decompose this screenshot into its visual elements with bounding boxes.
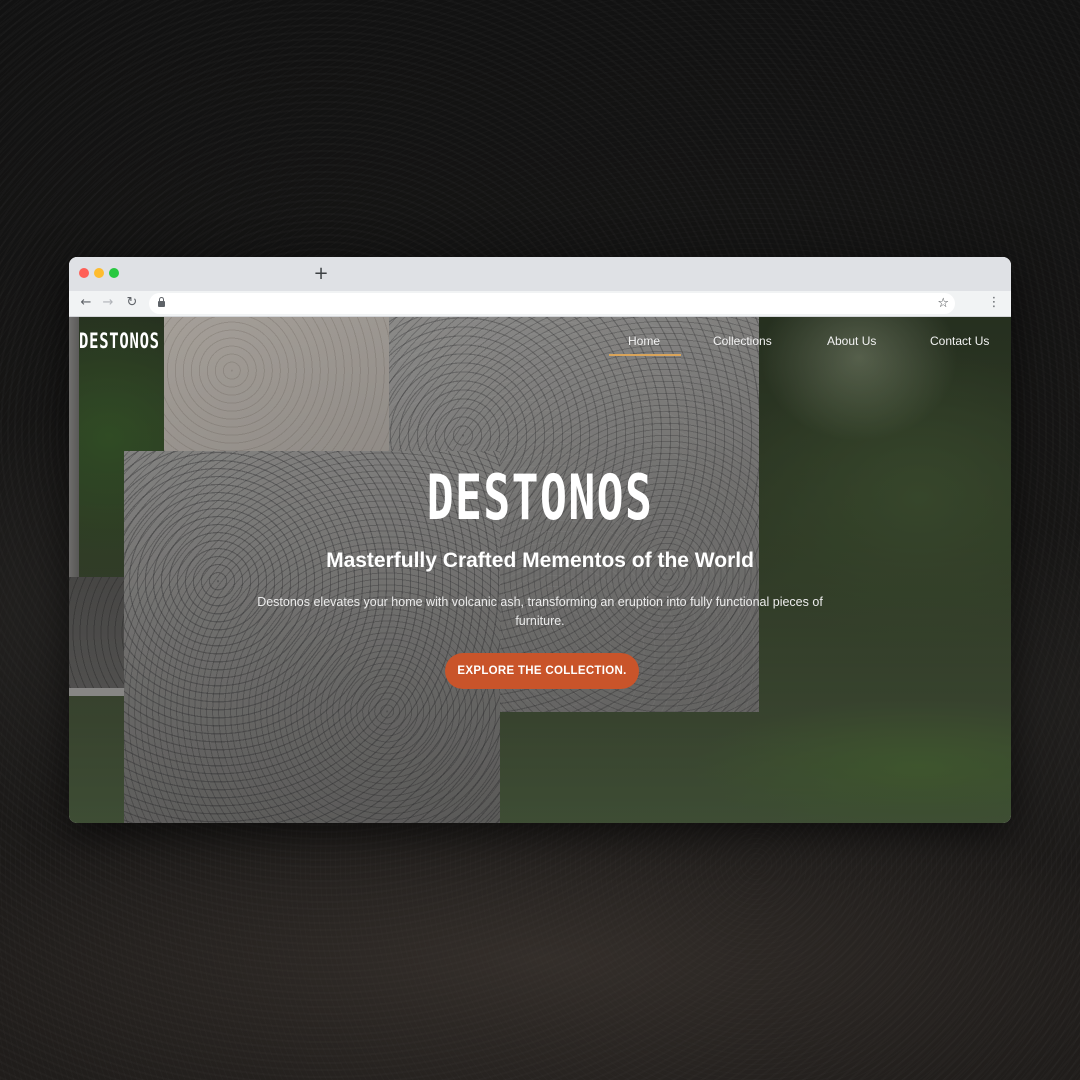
forward-arrow-icon[interactable]: → — [99, 293, 117, 313]
hero-description: Destonos elevates your home with volcani… — [257, 595, 823, 628]
lock-icon — [158, 297, 165, 307]
browser-window: + ← → ↻ ☆ ⋮ DESTONOS Home Collections Ab… — [69, 257, 1011, 823]
hero-title: Masterfully Crafted Mementos of the Worl… — [326, 549, 754, 572]
nav-link-collections[interactable]: Collections — [713, 334, 772, 348]
nav-link-about-us[interactable]: About Us — [827, 334, 876, 348]
bookmark-star-icon[interactable]: ☆ — [937, 294, 949, 313]
reload-icon[interactable]: ↻ — [123, 293, 141, 313]
new-tab-icon[interactable]: + — [313, 265, 329, 283]
hero-logo: DESTONOS — [426, 461, 654, 534]
nav-link-home[interactable]: Home — [628, 334, 660, 348]
address-bar[interactable]: ☆ — [149, 293, 955, 314]
nav-link-contact-us[interactable]: Contact Us — [930, 334, 989, 348]
tab-bar: + — [69, 257, 1011, 291]
explore-collection-button[interactable]: EXPLORE THE COLLECTION. — [445, 653, 639, 689]
back-arrow-icon[interactable]: ← — [77, 293, 95, 313]
browser-toolbar: ← → ↻ ☆ ⋮ — [69, 291, 1011, 317]
minimize-window-button[interactable] — [94, 268, 104, 278]
maximize-window-button[interactable] — [109, 268, 119, 278]
browser-menu-icon[interactable]: ⋮ — [987, 293, 1001, 313]
site-logo[interactable]: DESTONOS — [79, 329, 159, 353]
close-window-button[interactable] — [79, 268, 89, 278]
active-nav-indicator — [609, 354, 681, 356]
website-viewport: DESTONOS Home Collections About Us Conta… — [69, 317, 1011, 823]
